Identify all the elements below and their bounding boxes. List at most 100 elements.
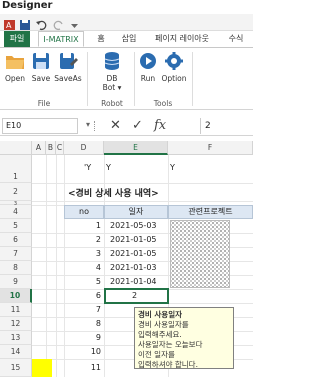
ribbon-tab-bar: 파일 I-MATRIX 홈 삽입 페이지 레이아웃 수식: [0, 31, 253, 47]
tools-group-label: Tools: [153, 99, 173, 108]
save-as-label: SaveAs: [54, 74, 82, 83]
ribbon: Open Save SaveAs File DB Bot ▾ Robot Run…: [0, 47, 253, 110]
insert-function-icon[interactable]: fx: [154, 118, 166, 133]
tab-i-matrix[interactable]: I-MATRIX: [38, 31, 84, 47]
row-header[interactable]: 1: [0, 155, 32, 183]
note-line: 사용일자는 오늘보다: [138, 340, 203, 349]
row-header[interactable]: 4: [0, 205, 32, 219]
row-header[interactable]: 12: [0, 317, 32, 331]
folder-icon: [6, 56, 24, 69]
db-bot-label-line2: Bot ▾: [102, 83, 122, 92]
selected-cell-e10[interactable]: 2: [104, 288, 169, 304]
db-bot-button[interactable]: DB Bot ▾: [92, 50, 132, 96]
row-header[interactable]: 11: [0, 303, 32, 317]
cancel-icon[interactable]: ✕: [110, 118, 121, 133]
grid-line: [46, 155, 47, 377]
formula-controls: ✕ ✓ fx: [88, 118, 196, 134]
note-line: 경비 사용일자를: [138, 320, 189, 329]
group-separator: [87, 52, 88, 106]
row-header[interactable]: 6: [0, 233, 32, 247]
save-as-button[interactable]: SaveAs: [54, 50, 82, 96]
spreadsheet-grid: A B C D E F 1 2 3 4 5 6 7 8 9 10 11 12 1…: [0, 141, 253, 377]
header-project[interactable]: 관련프로젝트: [168, 205, 253, 219]
column-header-d[interactable]: D: [64, 141, 104, 155]
row-header[interactable]: 13: [0, 331, 32, 345]
cell-f1[interactable]: Y: [170, 163, 175, 172]
confirm-icon[interactable]: ✓: [132, 118, 143, 133]
open-button[interactable]: Open: [4, 50, 26, 96]
row-header[interactable]: 8: [0, 261, 32, 275]
tab-insert[interactable]: 삽입: [116, 31, 142, 47]
cell-no[interactable]: 6: [64, 289, 104, 303]
header-date[interactable]: 일자: [104, 205, 168, 219]
tab-formulas[interactable]: 수식: [222, 31, 250, 47]
cell-no[interactable]: 10: [64, 345, 104, 359]
cell-date[interactable]: 2021-01-05: [110, 247, 157, 261]
cell-no[interactable]: 5: [64, 275, 104, 289]
column-header-c[interactable]: C: [56, 141, 64, 155]
cell-date[interactable]: 2021-01-04: [110, 275, 157, 289]
highlighted-cell-a15[interactable]: [32, 359, 52, 377]
app-icon: A: [3, 16, 16, 30]
note-line: 입력해주세요.: [138, 330, 182, 339]
database-icon: [104, 52, 120, 70]
option-button[interactable]: Option: [160, 50, 188, 96]
tab-file[interactable]: 파일: [4, 31, 30, 47]
row-header[interactable]: 15: [0, 359, 32, 377]
file-group-label: File: [37, 99, 51, 108]
note-line: 이전 일자를: [138, 350, 175, 359]
cell-no[interactable]: 11: [64, 359, 104, 377]
cell-no[interactable]: 7: [64, 303, 104, 317]
redo-icon[interactable]: [52, 16, 65, 31]
cell-date[interactable]: 2021-01-03: [110, 261, 157, 275]
robot-group-label: Robot: [101, 99, 123, 108]
quick-access-toolbar: A: [0, 14, 253, 31]
cell-no[interactable]: 8: [64, 317, 104, 331]
cell-e1[interactable]: Y: [106, 163, 111, 172]
svg-text:A: A: [6, 21, 12, 30]
save-button[interactable]: Save: [30, 50, 52, 96]
select-all-corner[interactable]: [0, 141, 32, 155]
option-label: Option: [161, 74, 187, 83]
tab-page-layout[interactable]: 페이지 레이아웃: [146, 31, 218, 47]
row-header[interactable]: 14: [0, 345, 32, 359]
save-as-icon: [60, 53, 78, 69]
cell-date[interactable]: 2021-01-05: [110, 233, 157, 247]
column-header-a[interactable]: A: [32, 141, 46, 155]
run-button[interactable]: Run: [138, 50, 158, 96]
project-pattern-fill[interactable]: [170, 220, 230, 288]
save-label: Save: [31, 74, 51, 83]
input-message-note: 경비 사용일자 경비 사용일자를 입력해주세요. 사용일자는 오늘보다 이전 일…: [134, 307, 234, 369]
save-icon[interactable]: [19, 16, 32, 30]
column-header-b[interactable]: B: [46, 141, 56, 155]
row-header-selected[interactable]: 10: [0, 289, 32, 303]
cell-no[interactable]: 4: [64, 261, 104, 275]
row-header[interactable]: 9: [0, 275, 32, 289]
group-separator: [134, 52, 135, 106]
row-header[interactable]: 5: [0, 219, 32, 233]
undo-icon[interactable]: [35, 16, 48, 31]
formula-input[interactable]: 2: [200, 118, 253, 134]
grip-icon: [94, 121, 96, 131]
customize-icon[interactable]: [68, 16, 81, 28]
column-header-f[interactable]: F: [168, 141, 253, 155]
grid-line: [32, 183, 253, 184]
cell-no[interactable]: 2: [64, 233, 104, 247]
cell-d1[interactable]: 'Y: [84, 163, 91, 172]
header-no[interactable]: no: [64, 205, 104, 219]
gear-icon: [165, 52, 183, 70]
column-header-e[interactable]: E: [104, 141, 168, 155]
note-title: 경비 사용일자: [138, 310, 183, 319]
run-label: Run: [140, 74, 156, 83]
db-bot-label-line1: DB: [106, 74, 118, 83]
group-separator: [192, 52, 193, 106]
sheet-heading[interactable]: <경비 상세 사용 내역>: [68, 186, 159, 199]
name-box[interactable]: E10: [2, 118, 78, 134]
cell-date[interactable]: 2021-05-03: [110, 219, 157, 233]
row-header[interactable]: 7: [0, 247, 32, 261]
row-header[interactable]: 2: [0, 183, 32, 201]
cell-no[interactable]: 3: [64, 247, 104, 261]
cell-no[interactable]: 1: [64, 219, 104, 233]
cell-no[interactable]: 9: [64, 331, 104, 345]
tab-home[interactable]: 홈: [92, 31, 110, 47]
